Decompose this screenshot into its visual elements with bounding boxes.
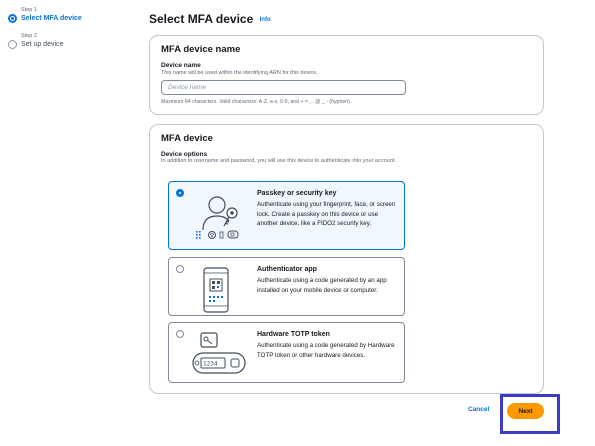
radio-authenticator-app[interactable]	[176, 265, 184, 273]
device-name-input[interactable]	[161, 80, 406, 95]
radio-passkey[interactable]	[176, 189, 184, 197]
mfa-device-name-panel: MFA device name Device name This name wi…	[149, 35, 544, 115]
step-name: Select MFA device	[21, 15, 82, 22]
option-hardware-totp-token[interactable]: 1234 Hardware TOTP token Authenticate us…	[168, 322, 405, 383]
option-passkey[interactable]: Passkey or security key Authenticate usi…	[168, 181, 405, 250]
info-link[interactable]: Info	[260, 17, 271, 23]
option-text: Hardware TOTP token Authenticate using a…	[257, 331, 400, 360]
panel-title: MFA device name	[161, 44, 241, 55]
device-name-label: Device name	[161, 62, 201, 69]
step-active-indicator-icon	[8, 14, 17, 23]
option-text: Passkey or security key Authenticate usi…	[257, 190, 400, 229]
cancel-button[interactable]: Cancel	[468, 406, 489, 413]
hardware-token-illustration-icon: 1234	[192, 332, 246, 374]
radio-hardware-totp-token[interactable]	[176, 330, 184, 338]
option-title: Hardware TOTP token	[257, 331, 330, 338]
page-title: Select MFA device Info	[149, 12, 271, 26]
option-authenticator-app[interactable]: Authenticator app Authenticate using a c…	[168, 257, 405, 316]
step-set-up-device: Step 2 Set up device	[8, 32, 138, 49]
option-text: Authenticator app Authenticate using a c…	[257, 266, 400, 295]
option-title: Authenticator app	[257, 266, 317, 273]
step-number: Step 2	[21, 33, 37, 39]
option-description: Authenticate using a code generated by H…	[257, 342, 395, 359]
device-name-constraint: Maximum 64 characters. Valid characters:…	[161, 99, 352, 105]
device-name-description: This name will be used within the identi…	[161, 70, 318, 76]
step-name: Set up device	[21, 41, 64, 48]
next-button[interactable]: Next	[507, 403, 544, 419]
device-options-label: Device options	[161, 151, 208, 158]
step-pending-indicator-icon	[8, 40, 17, 49]
step-number: Step 1	[21, 7, 37, 13]
svg-text:1234: 1234	[203, 361, 218, 368]
option-description: Authenticate using a code generated by a…	[257, 277, 387, 294]
panel-title: MFA device	[161, 133, 213, 144]
device-options-description: In addition to username and password, yo…	[161, 158, 396, 164]
option-description: Authenticate using your fingerprint, fac…	[257, 201, 396, 227]
phone-app-illustration-icon	[203, 267, 229, 313]
step-select-mfa-device[interactable]: Step 1 Select MFA device	[8, 6, 138, 23]
passkey-illustration-icon	[196, 196, 239, 239]
option-title: Passkey or security key	[257, 190, 337, 197]
wizard-steps: Step 1 Select MFA device Step 2 Set up d…	[8, 6, 138, 58]
page-title-text: Select MFA device	[149, 12, 254, 26]
